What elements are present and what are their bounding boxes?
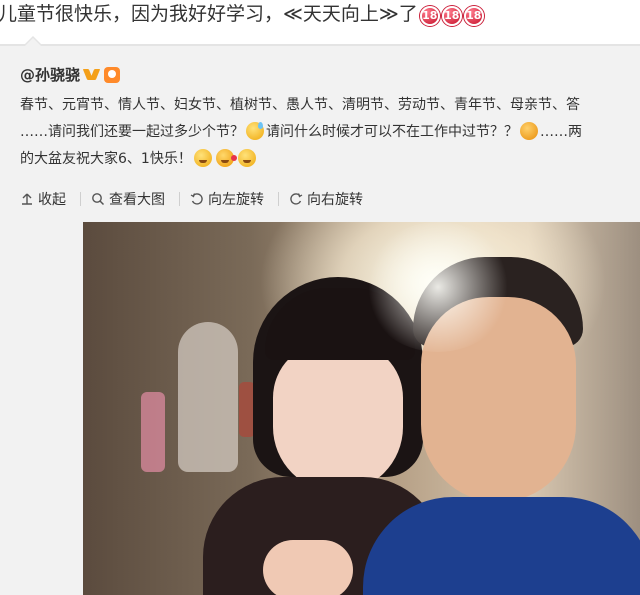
emoji-18-icon: 18	[419, 6, 440, 26]
collapse-button[interactable]: 收起	[20, 192, 81, 208]
top-post-text-row: 儿童节很快乐，因为我好好学习，≪天天向上≫了 18 18 18	[0, 0, 640, 46]
emoji-18-icon: 18	[441, 6, 462, 26]
collapse-label: 收起	[38, 192, 66, 208]
sweat-emoji-icon	[246, 122, 264, 140]
rotate-left-button[interactable]: 向左旋转	[190, 192, 279, 208]
kiss-emoji-icon	[215, 149, 237, 167]
photo-light-flare	[363, 222, 513, 352]
photo-background-person	[178, 322, 238, 472]
repost-content: 春节、元宵节、情人节、妇女节、植树节、愚人节、清明节、劳动节、青年节、母亲节、答…	[20, 92, 640, 173]
collapse-arrow-icon	[22, 193, 32, 205]
view-large-button[interactable]: 查看大图	[91, 192, 180, 208]
rotate-right-icon	[290, 193, 303, 205]
view-large-label: 查看大图	[109, 192, 165, 208]
top-post-text: 儿童节很快乐，因为我好好学习，≪天天向上≫了	[0, 3, 418, 25]
content-line: 的大盆友祝大家6、1快乐！	[20, 146, 640, 173]
grin-emoji-icon	[237, 149, 256, 167]
repost-card: @孙骁骁 春节、元宵节、情人节、妇女节、植树节、愚人节、清明节、劳动节、青年节、…	[0, 46, 640, 595]
emoji-18-icon: 18	[463, 6, 484, 26]
image-toolbar: 收起 查看大图 向左旋转 向右旋转	[20, 192, 387, 208]
search-icon	[92, 193, 105, 206]
author-name-link[interactable]: @孙骁骁	[20, 64, 80, 85]
rotate-right-button[interactable]: 向右旋转	[289, 192, 377, 208]
post-photo[interactable]	[83, 222, 640, 595]
photo-boy-shirt	[363, 497, 640, 595]
rotate-left-icon	[190, 193, 203, 205]
content-line: 春节、元宵节、情人节、妇女节、植树节、愚人节、清明节、劳动节、青年节、母亲节、答	[20, 97, 580, 113]
content-line: ……请问我们还要一起过多少个节？ 请问什么时候才可以不在工作中过节？？ ……两	[20, 122, 582, 140]
wink-emoji-icon	[193, 149, 212, 167]
rotate-left-label: 向左旋转	[208, 192, 264, 208]
rotate-right-label: 向右旋转	[307, 192, 363, 208]
photo-bottle	[141, 392, 165, 472]
frustrated-emoji-icon	[520, 122, 538, 140]
pointer-arrow-icon	[24, 36, 42, 46]
member-level-icon[interactable]	[104, 66, 121, 83]
photo-girl-face	[273, 342, 403, 492]
photo-hand	[263, 540, 353, 595]
verified-v-icon[interactable]	[84, 67, 100, 83]
repost-author-row: @孙骁骁	[20, 64, 121, 85]
